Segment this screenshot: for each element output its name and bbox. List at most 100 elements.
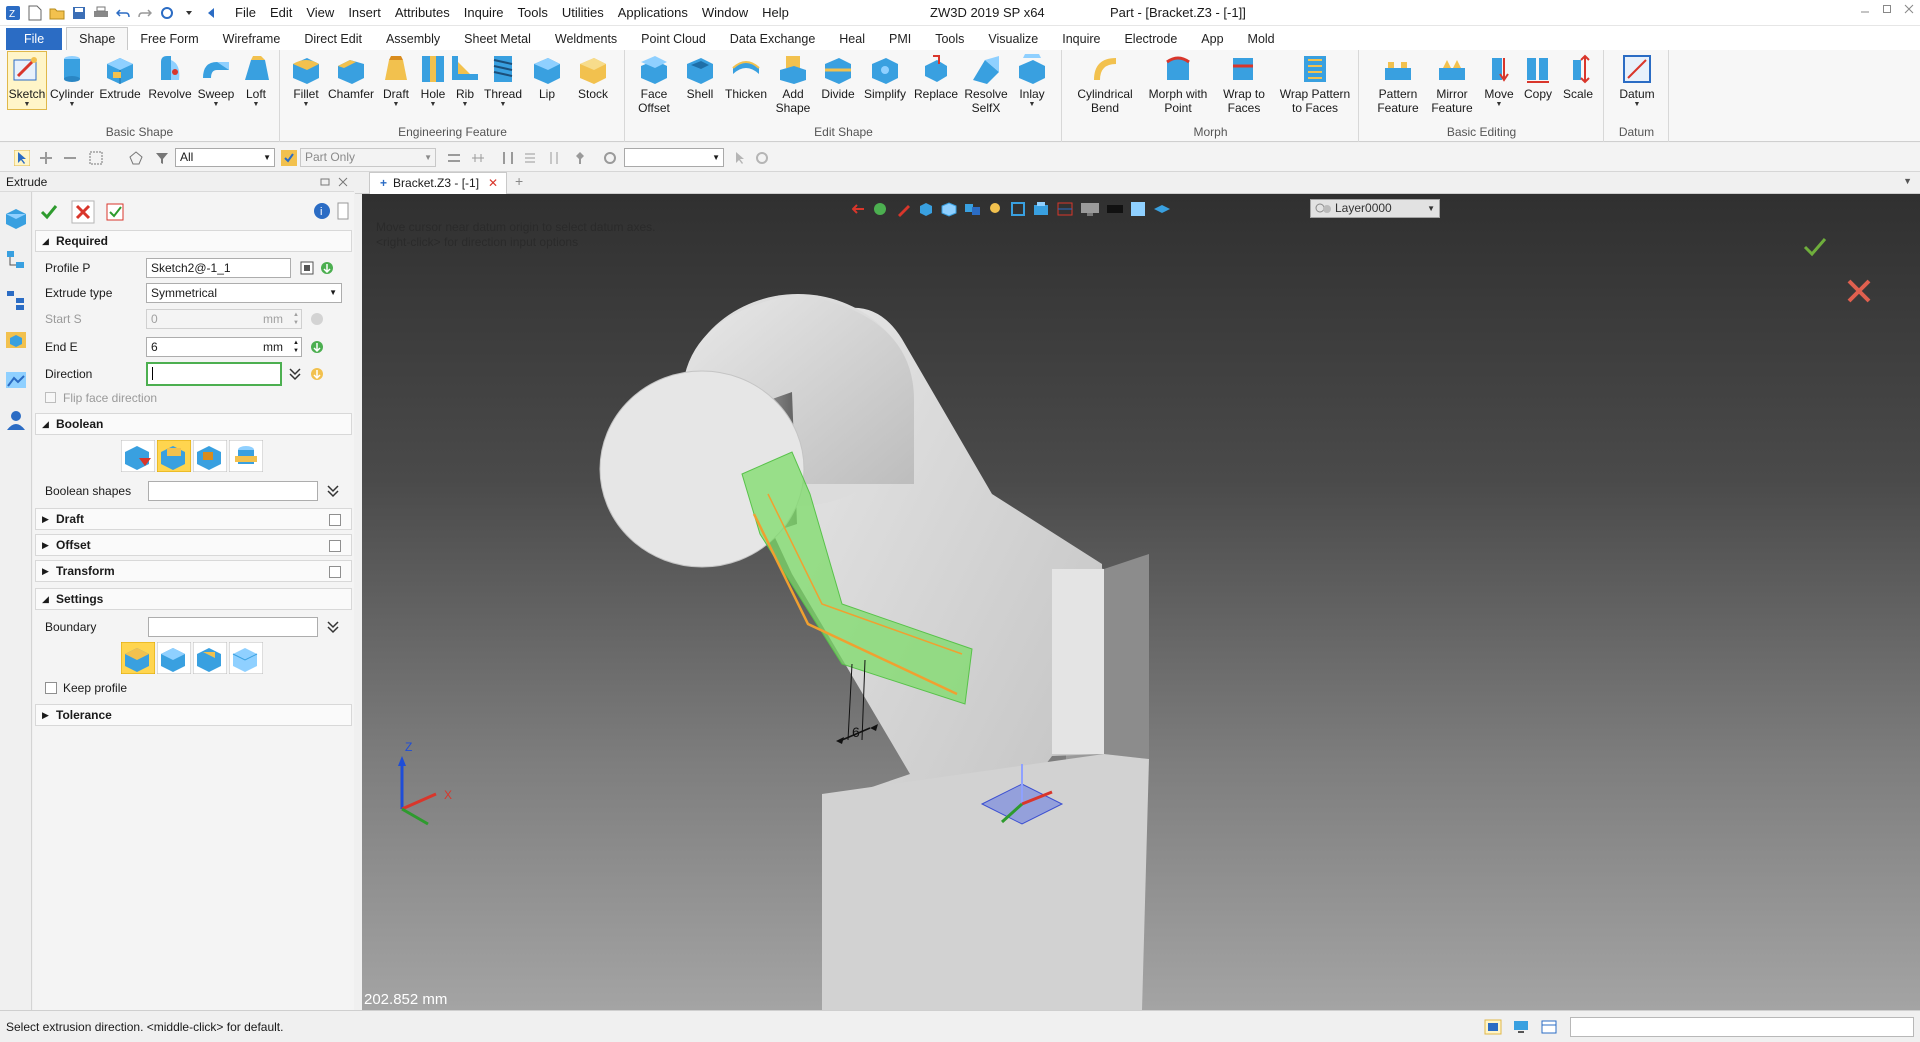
scope-select[interactable]: Part Only ▼ — [300, 148, 436, 167]
flip-face-checkbox[interactable] — [45, 392, 56, 403]
filter-select[interactable]: All ▼ — [175, 148, 275, 167]
transform-checkbox[interactable] — [329, 566, 341, 578]
extrude-button[interactable]: Extrude — [98, 52, 142, 101]
gear-gray-icon[interactable] — [754, 150, 770, 166]
3d-viewport[interactable]: Move cursor near datum origin to select … — [362, 194, 1920, 1010]
pin-icon[interactable] — [572, 150, 588, 166]
lip-button[interactable]: Lip — [527, 52, 567, 101]
cancel-x-icon[interactable] — [71, 200, 95, 224]
cylindrical-bend-button[interactable]: Cylindrical Bend — [1073, 52, 1137, 115]
menu-inquire[interactable]: Inquire — [457, 0, 511, 26]
extrude-type-select[interactable]: Symmetrical ▼ — [146, 283, 342, 303]
divide-button[interactable]: Divide — [816, 52, 860, 101]
menu-tools[interactable]: Tools — [511, 0, 555, 26]
offset-checkbox[interactable] — [329, 540, 341, 552]
redo-icon[interactable] — [136, 4, 154, 22]
ok-check-icon[interactable] — [39, 202, 59, 222]
tab-weldments[interactable]: Weldments — [543, 28, 629, 50]
draft-button[interactable]: Draft ▼ — [375, 52, 417, 109]
assembly-tree-icon[interactable] — [4, 288, 28, 312]
scale-button[interactable]: Scale — [1558, 52, 1598, 101]
app-logo-icon[interactable]: Z — [4, 4, 22, 22]
tab-sheet-metal[interactable]: Sheet Metal — [452, 28, 543, 50]
empty-select[interactable]: ▼ — [624, 148, 724, 167]
polygon-select-icon[interactable] — [128, 150, 144, 166]
face-offset-button[interactable]: Face Offset — [630, 52, 678, 115]
new-tab-icon[interactable]: + — [515, 173, 523, 189]
tab-visualize[interactable]: Visualize — [976, 28, 1050, 50]
datum-button[interactable]: Datum ▼ — [1615, 52, 1659, 109]
pin-panel-icon[interactable] — [320, 177, 330, 187]
visual-styles-icon[interactable] — [4, 368, 28, 392]
wrap-to-faces-button[interactable]: Wrap to Faces — [1217, 52, 1271, 115]
menu-help[interactable]: Help — [755, 0, 796, 26]
direction-expand-icon[interactable] — [287, 366, 303, 382]
new-file-icon[interactable] — [26, 4, 44, 22]
sketch-picker-icon[interactable] — [299, 260, 315, 276]
status-view-1-icon[interactable] — [1484, 1019, 1502, 1035]
print-icon[interactable] — [92, 4, 110, 22]
settings-mode-1-icon[interactable] — [121, 642, 155, 674]
thicken-button[interactable]: Thicken — [722, 52, 770, 101]
align-icon-2[interactable] — [470, 150, 486, 166]
box-select-icon[interactable] — [88, 150, 104, 166]
filter-icon[interactable] — [154, 150, 170, 166]
replace-button[interactable]: Replace — [912, 52, 960, 101]
user-icon[interactable] — [4, 408, 28, 432]
tab-free-form[interactable]: Free Form — [128, 28, 210, 50]
copy-button[interactable]: Copy — [1518, 52, 1558, 101]
direction-field[interactable] — [146, 362, 282, 386]
boolean-shapes-field[interactable] — [148, 481, 318, 501]
sketch-button[interactable]: Sketch ▼ — [7, 51, 47, 110]
menu-view[interactable]: View — [299, 0, 341, 26]
chevron-down-icon[interactable] — [180, 4, 198, 22]
end-pick-icon[interactable] — [309, 339, 325, 355]
fillet-button[interactable]: Fillet ▼ — [285, 52, 327, 109]
section-draft[interactable]: ▶ Draft — [35, 508, 352, 530]
tab-wireframe[interactable]: Wireframe — [211, 28, 293, 50]
mirror-feature-button[interactable]: Mirror Feature — [1426, 52, 1478, 115]
boundary-field[interactable] — [148, 617, 318, 637]
minus-icon[interactable] — [62, 150, 78, 166]
tab-heal[interactable]: Heal — [827, 28, 877, 50]
tab-direct-edit[interactable]: Direct Edit — [292, 28, 374, 50]
tab-inquire[interactable]: Inquire — [1050, 28, 1112, 50]
shell-button[interactable]: Shell — [680, 52, 720, 101]
menu-insert[interactable]: Insert — [341, 0, 388, 26]
profile-pick-icon[interactable] — [319, 260, 335, 276]
section-boolean[interactable]: ◢ Boolean — [35, 413, 352, 435]
move-button[interactable]: Move ▼ — [1480, 52, 1518, 109]
rib-button[interactable]: Rib ▼ — [449, 52, 481, 109]
settings-mode-2-icon[interactable] — [157, 642, 191, 674]
profile-field[interactable]: Sketch2@-1_1 — [146, 258, 291, 278]
simplify-button[interactable]: Simplify — [860, 52, 910, 101]
close-panel-icon[interactable] — [338, 177, 348, 187]
select-arrow-icon[interactable] — [14, 150, 30, 166]
cylinder-button[interactable]: Cylinder ▼ — [50, 52, 94, 109]
menu-attributes[interactable]: Attributes — [388, 0, 457, 26]
menu-utilities[interactable]: Utilities — [555, 0, 611, 26]
command-input[interactable] — [1570, 1017, 1914, 1037]
align-icon-1[interactable] — [446, 150, 462, 166]
stock-button[interactable]: Stock — [571, 52, 615, 101]
draft-checkbox[interactable] — [329, 514, 341, 526]
distribute-icon-1[interactable] — [500, 150, 516, 166]
menu-applications[interactable]: Applications — [611, 0, 695, 26]
add-shape-button[interactable]: Add Shape — [770, 52, 816, 115]
tab-file[interactable]: File — [6, 28, 63, 50]
menu-file[interactable]: File — [228, 0, 263, 26]
intersect-body-icon[interactable] — [229, 440, 263, 472]
resolve-selfx-button[interactable]: Resolve SelfX — [962, 52, 1010, 115]
tab-shape[interactable]: Shape — [66, 27, 129, 50]
remove-body-icon[interactable] — [193, 440, 227, 472]
section-offset[interactable]: ▶ Offset — [35, 534, 352, 556]
tab-bracket-document[interactable]: + Bracket.Z3 - [-1] ✕ — [369, 172, 507, 194]
tab-mold[interactable]: Mold — [1236, 28, 1287, 50]
tab-assembly[interactable]: Assembly — [374, 28, 452, 50]
dimension-label[interactable]: 6 — [852, 724, 860, 740]
distribute-icon-2[interactable] — [522, 150, 538, 166]
base-body-icon[interactable] — [121, 440, 155, 472]
minimize-icon[interactable] — [1860, 3, 1870, 17]
part-library-icon[interactable] — [4, 328, 28, 352]
tab-app[interactable]: App — [1189, 28, 1235, 50]
